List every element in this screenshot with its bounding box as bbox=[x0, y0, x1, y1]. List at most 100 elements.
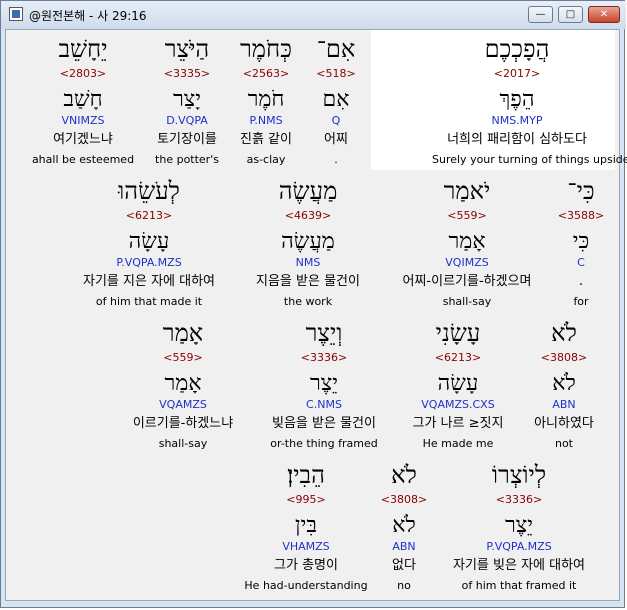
morphology: VQAMZS.CXS bbox=[421, 398, 495, 411]
strong-number[interactable]: <3808> bbox=[524, 351, 604, 365]
lemma: הֵפֶךְ bbox=[499, 87, 535, 112]
morphology: ABN bbox=[552, 398, 576, 411]
strong-number[interactable]: <2563> bbox=[226, 67, 306, 81]
english-gloss: He made me bbox=[422, 437, 494, 450]
english-gloss: . bbox=[334, 153, 338, 166]
english-gloss: shall-say bbox=[158, 437, 208, 450]
morphology: P.VQPA.MZS bbox=[116, 256, 182, 269]
morphology: VQIMZS bbox=[445, 256, 489, 269]
hebrew-word: לֹא bbox=[551, 319, 577, 347]
lemma: לֹא bbox=[552, 371, 576, 396]
lemma: בִּין bbox=[295, 513, 317, 538]
korean-gloss: 빚음을 받은 물건이 bbox=[272, 416, 376, 431]
hebrew-word: כִּי־ bbox=[567, 177, 595, 205]
hebrew-word: יֹאמַר bbox=[443, 177, 491, 205]
strong-number[interactable]: <3336> bbox=[256, 351, 392, 365]
lemma: יֵצֶר bbox=[309, 371, 339, 396]
morphology: D.VQPA bbox=[166, 114, 208, 127]
hebrew-word: הֲפָכְכֶם bbox=[484, 35, 550, 63]
strong-number[interactable]: <995> bbox=[238, 493, 374, 507]
morphology: VHAMZS bbox=[282, 540, 330, 553]
hebrew-word: לְעֹשֵׂהוּ bbox=[118, 177, 180, 205]
lemma: אִם bbox=[322, 87, 350, 112]
strong-number[interactable]: <2803> bbox=[26, 67, 140, 81]
lemma: חָשַׁב bbox=[63, 87, 103, 112]
english-gloss: He had-understanding bbox=[244, 579, 368, 592]
window-title: @원전본해 - 사 29:16 bbox=[29, 9, 147, 23]
strong-number[interactable]: <3588> bbox=[551, 209, 611, 223]
korean-gloss: 그가 나르 ≥짓지 bbox=[412, 416, 504, 431]
korean-gloss: . bbox=[578, 274, 584, 289]
hebrew-word: אָמַר bbox=[162, 319, 204, 347]
hebrew-word: לֹא bbox=[391, 461, 417, 489]
english-gloss: of him that made it bbox=[95, 295, 203, 308]
korean-gloss: 자기를 지은 자에 대하여 bbox=[83, 274, 215, 289]
lemma: לֹא bbox=[392, 513, 416, 538]
hebrew-word: אִם־ bbox=[316, 35, 356, 63]
english-gloss: as-clay bbox=[246, 153, 286, 166]
strong-number[interactable]: <518> bbox=[306, 67, 366, 81]
english-gloss: the work bbox=[283, 295, 333, 308]
morphology: ABN bbox=[392, 540, 416, 553]
strong-number[interactable]: <3808> bbox=[374, 493, 434, 507]
hebrew-word: הֵבִין׃ bbox=[287, 461, 325, 489]
korean-gloss: 없다 bbox=[392, 558, 416, 573]
strong-number[interactable]: <3336> bbox=[436, 493, 602, 507]
lemma: מַעֲשֶׂה bbox=[281, 229, 335, 254]
korean-gloss: 그가 총명이 bbox=[274, 558, 338, 573]
korean-gloss: 어찌 bbox=[324, 132, 348, 147]
hebrew-word: מַעֲשֶׂה bbox=[278, 177, 338, 205]
korean-gloss: 너희의 패리함이 심하도다 bbox=[447, 132, 587, 147]
korean-gloss: 이르기를-하겠느냐 bbox=[132, 416, 234, 431]
morphology: NMS bbox=[295, 256, 321, 269]
hebrew-word: לְיוֹצְרוֹ bbox=[491, 461, 547, 489]
lemma: עָשָׂה bbox=[437, 371, 479, 396]
morphology: NMS.MYP bbox=[491, 114, 543, 127]
lemma: יָצַר bbox=[172, 87, 202, 112]
english-gloss: of him that framed it bbox=[461, 579, 577, 592]
strong-number[interactable]: <6213> bbox=[400, 351, 516, 365]
close-button[interactable]: ✕ bbox=[588, 6, 620, 23]
english-gloss: the potter's bbox=[155, 153, 219, 166]
korean-gloss: 지음을 받은 물건이 bbox=[256, 274, 360, 289]
english-gloss: or-the thing framed bbox=[270, 437, 378, 450]
korean-gloss: 진흙 같이 bbox=[240, 132, 292, 147]
english-gloss: ahall be esteemed bbox=[31, 153, 135, 166]
hebrew-word: יֵחָשֵׁב bbox=[58, 35, 108, 63]
morphology: C bbox=[577, 256, 585, 269]
minimize-button[interactable]: — bbox=[528, 6, 553, 23]
hebrew-word: וְיֵצֶר bbox=[305, 319, 343, 347]
lemma: אָמַר bbox=[448, 229, 486, 254]
korean-gloss: 여기겠느냐 bbox=[53, 132, 113, 147]
korean-gloss: 아니하였다 bbox=[534, 416, 594, 431]
strong-number[interactable]: <2017> bbox=[432, 67, 602, 81]
english-gloss: for bbox=[573, 295, 589, 308]
english-gloss: shall-say bbox=[442, 295, 492, 308]
lemma: חֹמֶר bbox=[247, 87, 285, 112]
lemma: יֵצֶר bbox=[504, 513, 534, 538]
korean-gloss: 토기장이를 bbox=[157, 132, 217, 147]
morphology: VNIMZS bbox=[61, 114, 105, 127]
app-window: @원전본해 - 사 29:16 — □ ✕ הֲפָכְכֶם <2017> ה… bbox=[0, 0, 627, 608]
strong-number[interactable]: <559> bbox=[116, 351, 250, 365]
morphology: P.VQPA.MZS bbox=[486, 540, 552, 553]
strong-number[interactable]: <6213> bbox=[68, 209, 230, 223]
hebrew-word: עָשָׂנִי bbox=[435, 319, 481, 347]
hebrew-word: הַיֹּצֵר bbox=[164, 35, 210, 63]
english-gloss: no bbox=[397, 579, 411, 592]
strong-number[interactable]: <4639> bbox=[244, 209, 372, 223]
english-gloss: not bbox=[554, 437, 573, 450]
strong-number[interactable]: <559> bbox=[402, 209, 532, 223]
maximize-button[interactable]: □ bbox=[558, 6, 583, 23]
morphology: VQAMZS bbox=[159, 398, 207, 411]
hebrew-word: כְּחֹמֶר bbox=[240, 35, 292, 63]
korean-gloss: 자기를 빚은 자에 대하여 bbox=[453, 558, 585, 573]
interlinear-panel: הֲפָכְכֶם <2017> הֵפֶךְ NMS.MYP 너희의 패리함이… bbox=[5, 29, 627, 601]
lemma: עָשָׂה bbox=[128, 229, 170, 254]
title-bar[interactable]: @원전본해 - 사 29:16 — □ ✕ bbox=[1, 1, 626, 29]
korean-gloss: 어찌-이르기를-하겠으며 bbox=[402, 274, 532, 289]
lemma: אָמַר bbox=[164, 371, 202, 396]
lemma: כִּי bbox=[572, 229, 590, 254]
strong-number[interactable]: <3335> bbox=[142, 67, 232, 81]
morphology: Q bbox=[331, 114, 341, 127]
